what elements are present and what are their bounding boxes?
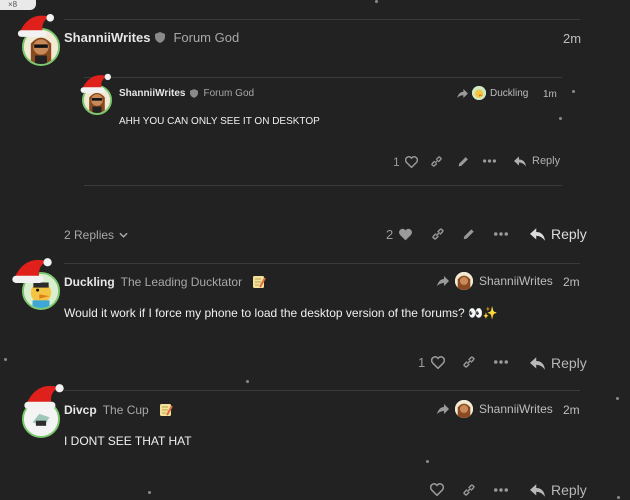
post-time[interactable]: 2m	[563, 275, 580, 289]
share-arrow-icon	[437, 404, 449, 414]
username[interactable]: Divcp	[64, 403, 97, 417]
reply-label: Reply	[532, 155, 561, 167]
reply-icon	[530, 356, 545, 370]
username[interactable]: ShanniiWrites	[64, 30, 150, 45]
reply-label: Reply	[551, 482, 587, 498]
more-icon[interactable]	[494, 487, 508, 493]
link-icon[interactable]	[431, 227, 445, 241]
user-title: Forum God	[203, 88, 255, 99]
reply-icon	[530, 227, 545, 241]
pencil-icon[interactable]	[462, 227, 476, 241]
snow-dot	[559, 117, 562, 120]
post-body: AHH YOU CAN ONLY SEE IT ON DESKTOP	[119, 116, 320, 127]
divider	[84, 77, 562, 78]
note-emoji-icon	[253, 276, 266, 288]
divider	[64, 19, 580, 20]
reply-button[interactable]: Reply	[530, 355, 587, 371]
user-title: Forum God	[173, 30, 240, 45]
reply-button[interactable]: Reply	[530, 482, 587, 498]
user-title: The Cup	[102, 403, 149, 417]
share-arrow-icon	[457, 88, 468, 98]
heart-icon	[431, 356, 446, 369]
snow-dot	[572, 90, 575, 93]
reply-label: Reply	[551, 226, 587, 242]
reply-to-username: ShanniiWrites	[479, 274, 553, 288]
shield-icon	[189, 89, 198, 98]
link-icon[interactable]	[462, 355, 476, 369]
snow-dot	[617, 496, 620, 499]
reply-button[interactable]: Reply	[530, 226, 587, 242]
avatar	[455, 272, 473, 290]
pencil-icon[interactable]	[457, 155, 470, 168]
snow-dot	[148, 491, 151, 494]
reply-label: Reply	[551, 355, 587, 371]
username[interactable]: Duckling	[64, 275, 115, 289]
avatar-shannii-image	[455, 272, 473, 290]
avatar	[472, 86, 486, 100]
link-icon[interactable]	[430, 155, 443, 168]
like-count: 2	[386, 227, 394, 242]
reply-to-tab[interactable]: ShanniiWrites	[437, 400, 553, 418]
top-badge: ×8	[0, 0, 36, 10]
reply-icon	[530, 483, 545, 497]
more-icon[interactable]	[483, 158, 496, 164]
reply-to-username: ShanniiWrites	[479, 402, 553, 416]
like-button[interactable]: 1	[418, 355, 446, 370]
heart-icon	[404, 156, 418, 168]
snow-dot	[426, 460, 429, 463]
reply-button[interactable]: Reply	[514, 155, 560, 167]
replies-count: 2 Replies	[64, 228, 115, 242]
post-body: I DONT SEE THAT HAT	[64, 434, 192, 448]
duck-avatar-image	[472, 86, 486, 100]
santa-hat-icon	[80, 73, 111, 93]
post-time[interactable]: 2m	[563, 403, 580, 417]
like-count: 1	[418, 355, 426, 370]
heart-icon[interactable]	[430, 483, 444, 496]
post-time[interactable]: 2m	[563, 31, 581, 46]
snow-dot	[246, 380, 249, 383]
avatar	[455, 400, 473, 418]
replies-toggle[interactable]: 2 Replies	[64, 228, 128, 242]
more-icon[interactable]	[494, 359, 508, 365]
like-button[interactable]: 2	[386, 227, 413, 242]
reply-to-username: Duckling	[490, 87, 529, 99]
reply-to-tab[interactable]: Duckling	[457, 86, 528, 100]
note-emoji-icon	[159, 404, 173, 416]
divider	[64, 263, 580, 264]
like-button[interactable]: 1	[393, 155, 418, 169]
more-icon[interactable]	[494, 231, 508, 237]
user-title: The Leading Ducktator	[120, 275, 243, 289]
share-arrow-icon	[437, 276, 449, 286]
santa-hat-icon	[24, 384, 64, 409]
snow-dot	[616, 397, 619, 400]
post-body: Would it work if I force my phone to loa…	[64, 306, 498, 320]
santa-hat-icon	[12, 258, 52, 283]
snow-dot	[4, 358, 7, 361]
shield-icon	[155, 32, 166, 43]
snow-dot	[375, 0, 378, 3]
heart-icon	[399, 228, 413, 241]
reply-icon	[514, 156, 526, 166]
like-count: 1	[393, 155, 400, 169]
link-icon[interactable]	[462, 483, 476, 497]
post-time[interactable]: 1m	[543, 89, 557, 100]
username[interactable]: ShanniiWrites	[119, 88, 186, 99]
avatar-shannii-image	[455, 400, 473, 418]
chevron-down-icon	[119, 232, 128, 238]
divider	[84, 185, 562, 186]
santa-hat-icon	[17, 14, 54, 37]
divider	[64, 390, 580, 391]
reply-to-tab[interactable]: ShanniiWrites	[437, 272, 553, 290]
